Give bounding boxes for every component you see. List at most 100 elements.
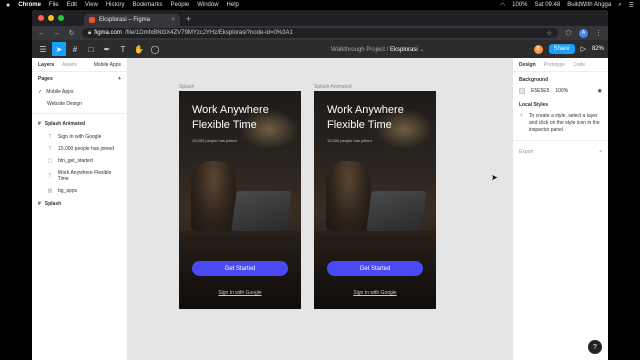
frame-label-splash[interactable]: Splash (179, 84, 194, 90)
menu-window[interactable]: Window (197, 2, 218, 8)
page-item-website-design[interactable]: Website Design (32, 98, 127, 110)
menu-history[interactable]: History (106, 2, 125, 8)
background-hex[interactable]: E5E5E5 (531, 88, 549, 94)
figma-canvas[interactable]: Splash Splash Animated Work Anywhere Fle… (128, 58, 512, 360)
background-photo (326, 161, 371, 231)
user-name[interactable]: BuildWith Angga (567, 2, 611, 8)
page-item-mobile-apps[interactable]: ✓ Mobile Apps (32, 86, 127, 98)
menu-edit[interactable]: Edit (67, 2, 77, 8)
main-menu-icon[interactable]: ☰ (36, 42, 50, 56)
menu-people[interactable]: People (171, 2, 190, 8)
back-icon[interactable]: ← (37, 30, 46, 37)
layer-item[interactable]: T Sign In with Google (32, 131, 127, 143)
frame-tool-icon[interactable]: # (68, 42, 82, 56)
headline-line-2: Flexible Time (327, 119, 392, 131)
sign-in-google-link[interactable]: Sign In with Google (314, 290, 436, 296)
layer-frame-splash[interactable]: # Splash (32, 197, 127, 211)
tab-design[interactable]: Design (519, 62, 536, 68)
text-tool-icon[interactable]: T (116, 42, 130, 56)
page-select[interactable]: Mobile Apps (94, 62, 121, 68)
frame-splash-animated[interactable]: Work Anywhere Flexible Time 15,000 peopl… (314, 91, 436, 309)
project-name[interactable]: Walkthrough Project (331, 47, 385, 53)
divider (513, 140, 608, 141)
menu-file[interactable]: File (49, 2, 59, 8)
layer-item[interactable]: T 15,000 people has joined (32, 143, 127, 155)
background-photo (366, 191, 427, 231)
tab-strip: Eksplorasi – Figma × + (32, 10, 608, 26)
profile-avatar[interactable]: A (579, 28, 588, 38)
headline-line-2: Flexible Time (192, 119, 257, 131)
present-icon[interactable]: ▷ (581, 45, 586, 53)
figma-right-controls: B Share ▷ 82% (533, 44, 604, 54)
control-center-icon[interactable]: ☰ (629, 2, 634, 9)
window-controls (38, 10, 78, 26)
browser-tab[interactable]: Eksplorasi – Figma × (84, 14, 180, 26)
macos-menubar: ● Chrome File Edit View History Bookmark… (0, 0, 640, 10)
color-swatch[interactable] (519, 88, 525, 94)
menu-view[interactable]: View (85, 2, 98, 8)
file-name[interactable]: Eksplorasi (390, 47, 418, 53)
layer-item[interactable]: ▨ bg_apps (32, 185, 127, 197)
menu-help[interactable]: Help (227, 2, 239, 8)
get-started-button[interactable]: Get Started (327, 261, 423, 276)
design-panel: Design Prototype Code Background E5E5E5 … (512, 58, 608, 360)
tab-layers[interactable]: Layers (38, 62, 54, 68)
rectangle-layer-icon: ▢ (47, 158, 53, 164)
menu-app-name[interactable]: Chrome (18, 2, 41, 8)
close-window-button[interactable] (38, 15, 44, 21)
background-fill-row[interactable]: E5E5E5 100% ◉ (513, 85, 608, 97)
collaborator-avatar[interactable]: B (533, 44, 543, 54)
layer-label: Work Anywhere Flexible Time (57, 170, 112, 182)
background-photo (191, 161, 236, 231)
help-button[interactable]: ? (588, 340, 602, 354)
sign-in-google-link[interactable]: Sign In with Google (179, 290, 301, 296)
layers-panel-tabs: Layers Assets Mobile Apps (32, 58, 127, 72)
layer-item[interactable]: ▢ btn_get_started (32, 155, 127, 167)
get-started-button[interactable]: Get Started (192, 261, 288, 276)
layer-label: btn_get_started (58, 158, 93, 164)
eye-icon[interactable]: ◉ (598, 88, 602, 94)
layer-label: Splash Animated (44, 121, 86, 127)
new-tab-button[interactable]: + (186, 14, 191, 26)
close-tab-icon[interactable]: × (171, 17, 175, 23)
tab-prototype[interactable]: Prototype (544, 62, 565, 68)
browser-toolbar: ← → ↻ 🔒︎ figma.com/file/1DmfxBNGX4ZV79MY… (32, 26, 608, 40)
share-button[interactable]: Share (548, 44, 575, 54)
frame-label-splash-animated[interactable]: Splash Animated (314, 84, 352, 90)
more-menu-icon[interactable]: ⋮ (594, 29, 603, 37)
reload-icon[interactable]: ↻ (67, 29, 76, 37)
pen-tool-icon[interactable]: ✒ (100, 42, 114, 56)
zoom-window-button[interactable] (58, 15, 64, 21)
chevron-down-icon[interactable]: ⌄ (419, 47, 424, 53)
minimize-window-button[interactable] (48, 15, 54, 21)
figma-favicon-icon (89, 17, 95, 23)
extension-icon[interactable]: ⬡ (564, 29, 573, 37)
search-icon[interactable]: ⌕ (618, 2, 621, 9)
layer-frame-splash-animated[interactable]: # Splash Animated (32, 117, 127, 131)
breadcrumb-separator: / (386, 46, 389, 53)
menubar-status: ◠ 100% Sat 09.48 BuildWith Angga ⌕ ☰ (500, 2, 634, 9)
frame-icon: # (38, 201, 41, 207)
star-icon[interactable]: ☆ (547, 30, 552, 37)
text-layer-icon: T (48, 173, 52, 179)
frame-splash[interactable]: Work Anywhere Flexible Time 15,000 peopl… (179, 91, 301, 309)
layer-item[interactable]: T Work Anywhere Flexible Time (32, 167, 127, 185)
comment-tool-icon[interactable]: ◯ (148, 42, 162, 56)
shape-tool-icon[interactable]: □ (84, 42, 98, 56)
battery-percent[interactable]: 100% (512, 2, 527, 8)
apple-icon[interactable]: ● (6, 2, 10, 9)
tab-code[interactable]: Code (573, 62, 585, 68)
address-bar[interactable]: 🔒︎ figma.com/file/1DmfxBNGX4ZV79MYzcJYHz… (82, 28, 558, 38)
wifi-icon[interactable]: ◠ (500, 2, 505, 9)
tab-assets[interactable]: Assets (62, 62, 77, 68)
zoom-level[interactable]: 82% (592, 46, 604, 52)
add-page-button[interactable]: + (118, 76, 121, 82)
hand-tool-icon[interactable]: ✋ (132, 42, 146, 56)
menu-bookmarks[interactable]: Bookmarks (133, 2, 163, 8)
add-export-button[interactable]: + (599, 149, 602, 155)
background-opacity[interactable]: 100% (555, 88, 568, 94)
joined-count-text: 15,000 people has joined (192, 138, 237, 143)
move-tool-icon[interactable]: ➤ (52, 42, 66, 56)
clock[interactable]: Sat 09.48 (535, 2, 561, 8)
forward-icon[interactable]: → (52, 30, 61, 37)
